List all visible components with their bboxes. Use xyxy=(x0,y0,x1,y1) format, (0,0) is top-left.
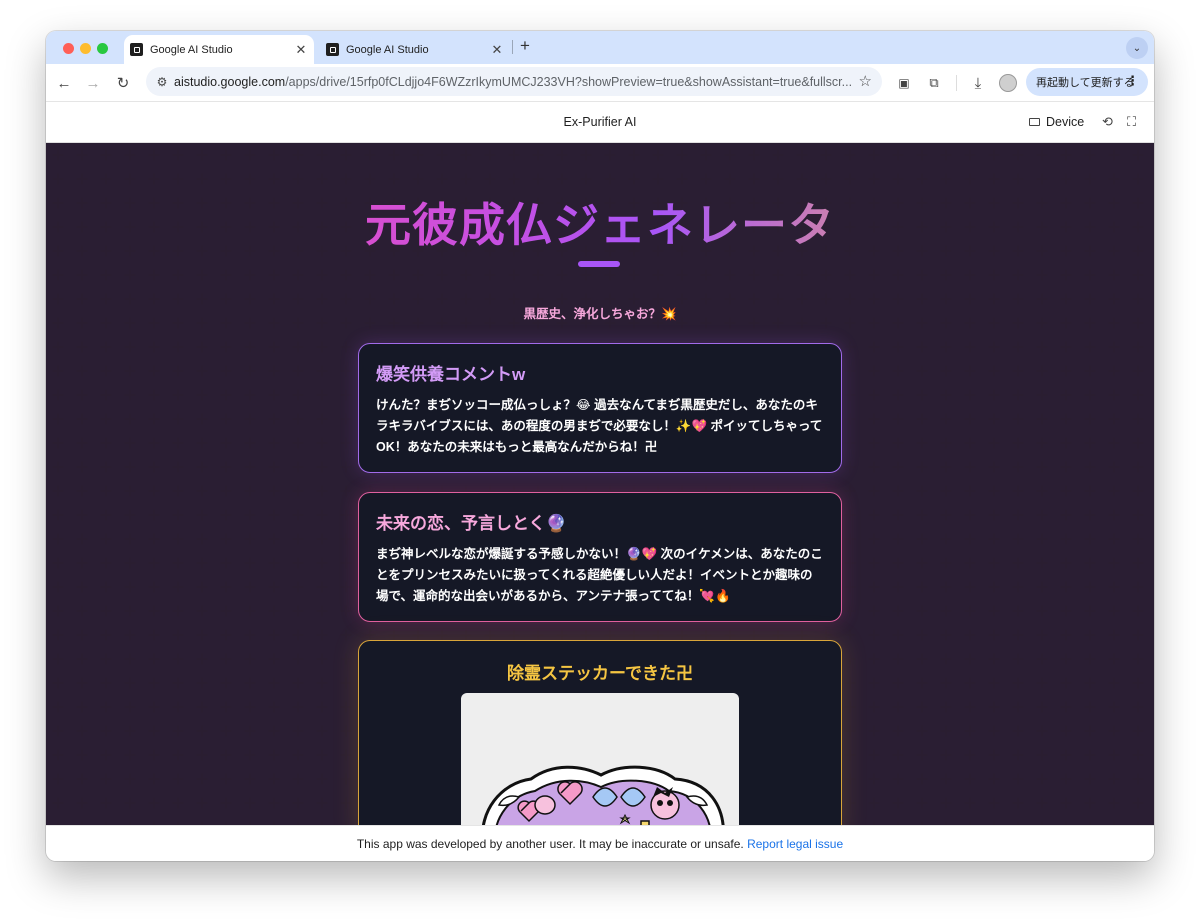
card-body: まぢ神レベルな恋が爆誕する予感しかない！🔮💖 次のイケメンは、あなたのことをプリ… xyxy=(376,547,823,603)
sticker-illustration xyxy=(482,765,725,825)
toolbar-divider xyxy=(956,75,957,91)
refresh-app-icon[interactable]: ⟲ xyxy=(1102,114,1113,130)
ai-studio-favicon-icon xyxy=(130,43,143,56)
skull-icon xyxy=(534,795,556,815)
app-footer: This app was developed by another user. … xyxy=(46,825,1154,861)
browser-window: Google AI Studio ✕ Google AI Studio ✕ + … xyxy=(46,31,1154,861)
site-settings-icon[interactable]: ⚙ xyxy=(150,75,174,89)
device-button[interactable]: Device xyxy=(1029,115,1084,129)
app-canvas: 元彼成仏ジェネレータ 黒歴史、浄化しちゃお？💥 爆笑供養コメントw けんた？まぢ… xyxy=(46,143,1154,825)
app-preview-header: Ex-Purifier AI Device ⟲ ⛶ xyxy=(46,103,1154,143)
sticker-card: 除霊ステッカーできた卍 xyxy=(358,640,842,825)
device-label: Device xyxy=(1046,115,1085,129)
card-body: けんた？まぢソッコー成仏っしょ？😂 過去なんてまぢ黒歴史だし、あなたのキラキラバ… xyxy=(376,398,823,454)
tab-strip: Google AI Studio ✕ Google AI Studio ✕ + … xyxy=(46,31,1154,64)
url-path: /apps/drive/15rfp0fCLdjjo4F6WZzrIkymUMCJ… xyxy=(285,74,853,89)
bookmark-star-icon[interactable]: ☆ xyxy=(859,72,872,90)
app-title: Ex-Purifier AI xyxy=(563,115,637,129)
maximize-window-button[interactable] xyxy=(97,43,108,54)
tab-title: Google AI Studio xyxy=(346,43,429,56)
minimize-window-button[interactable] xyxy=(80,43,91,54)
tab-divider xyxy=(512,40,513,54)
download-icon[interactable]: ⤓ xyxy=(968,73,988,93)
fullscreen-icon[interactable]: ⛶ xyxy=(1127,114,1136,130)
menu-kebab-icon[interactable]: ⋮ xyxy=(1126,73,1139,89)
page-title: 元彼成仏ジェネレータ xyxy=(46,189,1154,255)
media-icon[interactable]: ▣ xyxy=(894,73,914,93)
tab-search-chevron-down-icon[interactable]: ⌄ xyxy=(1126,37,1148,59)
roast-comment-card: 爆笑供養コメントw けんた？まぢソッコー成仏っしょ？😂 過去なんてまぢ黒歴史だし… xyxy=(358,343,842,473)
restart-update-button[interactable]: 再起動して更新する ⋮ xyxy=(1026,68,1148,96)
reload-icon[interactable]: ↻ xyxy=(113,73,133,93)
new-tab-icon[interactable]: + xyxy=(520,36,530,56)
profile-avatar[interactable] xyxy=(999,74,1017,92)
address-bar[interactable]: ⚙ aistudio.google.com/apps/drive/15rfp0f… xyxy=(146,67,882,96)
extensions-puzzle-icon[interactable]: ⧉ xyxy=(924,73,944,93)
back-arrow-icon[interactable]: ← xyxy=(54,73,74,93)
forward-arrow-icon[interactable]: → xyxy=(83,73,103,93)
url-domain: aistudio.google.com xyxy=(174,74,286,89)
browser-toolbar: ← → ↻ ⚙ aistudio.google.com/apps/drive/1… xyxy=(46,64,1154,102)
device-icon xyxy=(1029,118,1040,126)
close-window-button[interactable] xyxy=(63,43,74,54)
update-button-label: 再起動して更新する xyxy=(1036,77,1135,89)
love-prophecy-card: 未来の恋、予言しとく🔮 まぢ神レベルな恋が爆誕する予感しかない！🔮💖 次のイケメ… xyxy=(358,492,842,622)
page-subtitle: 黒歴史、浄化しちゃお？💥 xyxy=(523,307,677,321)
card-heading: 除霊ステッカーできた卍 xyxy=(507,664,693,683)
close-tab-icon[interactable]: ✕ xyxy=(488,42,506,58)
browser-tab-active[interactable]: Google AI Studio ✕ xyxy=(124,35,314,64)
ai-studio-favicon-icon xyxy=(326,43,339,56)
sticker-image xyxy=(461,693,739,825)
title-underline xyxy=(578,261,620,267)
browser-tab[interactable]: Google AI Studio ✕ xyxy=(320,35,510,64)
footer-notice: This app was developed by another user. … xyxy=(356,837,744,851)
close-tab-icon[interactable]: ✕ xyxy=(292,42,310,58)
tab-title: Google AI Studio xyxy=(150,43,233,56)
card-heading: 未来の恋、予言しとく🔮 xyxy=(376,514,567,533)
card-heading: 爆笑供養コメントw xyxy=(376,365,526,384)
report-legal-issue-link[interactable]: Report legal issue xyxy=(747,837,843,851)
